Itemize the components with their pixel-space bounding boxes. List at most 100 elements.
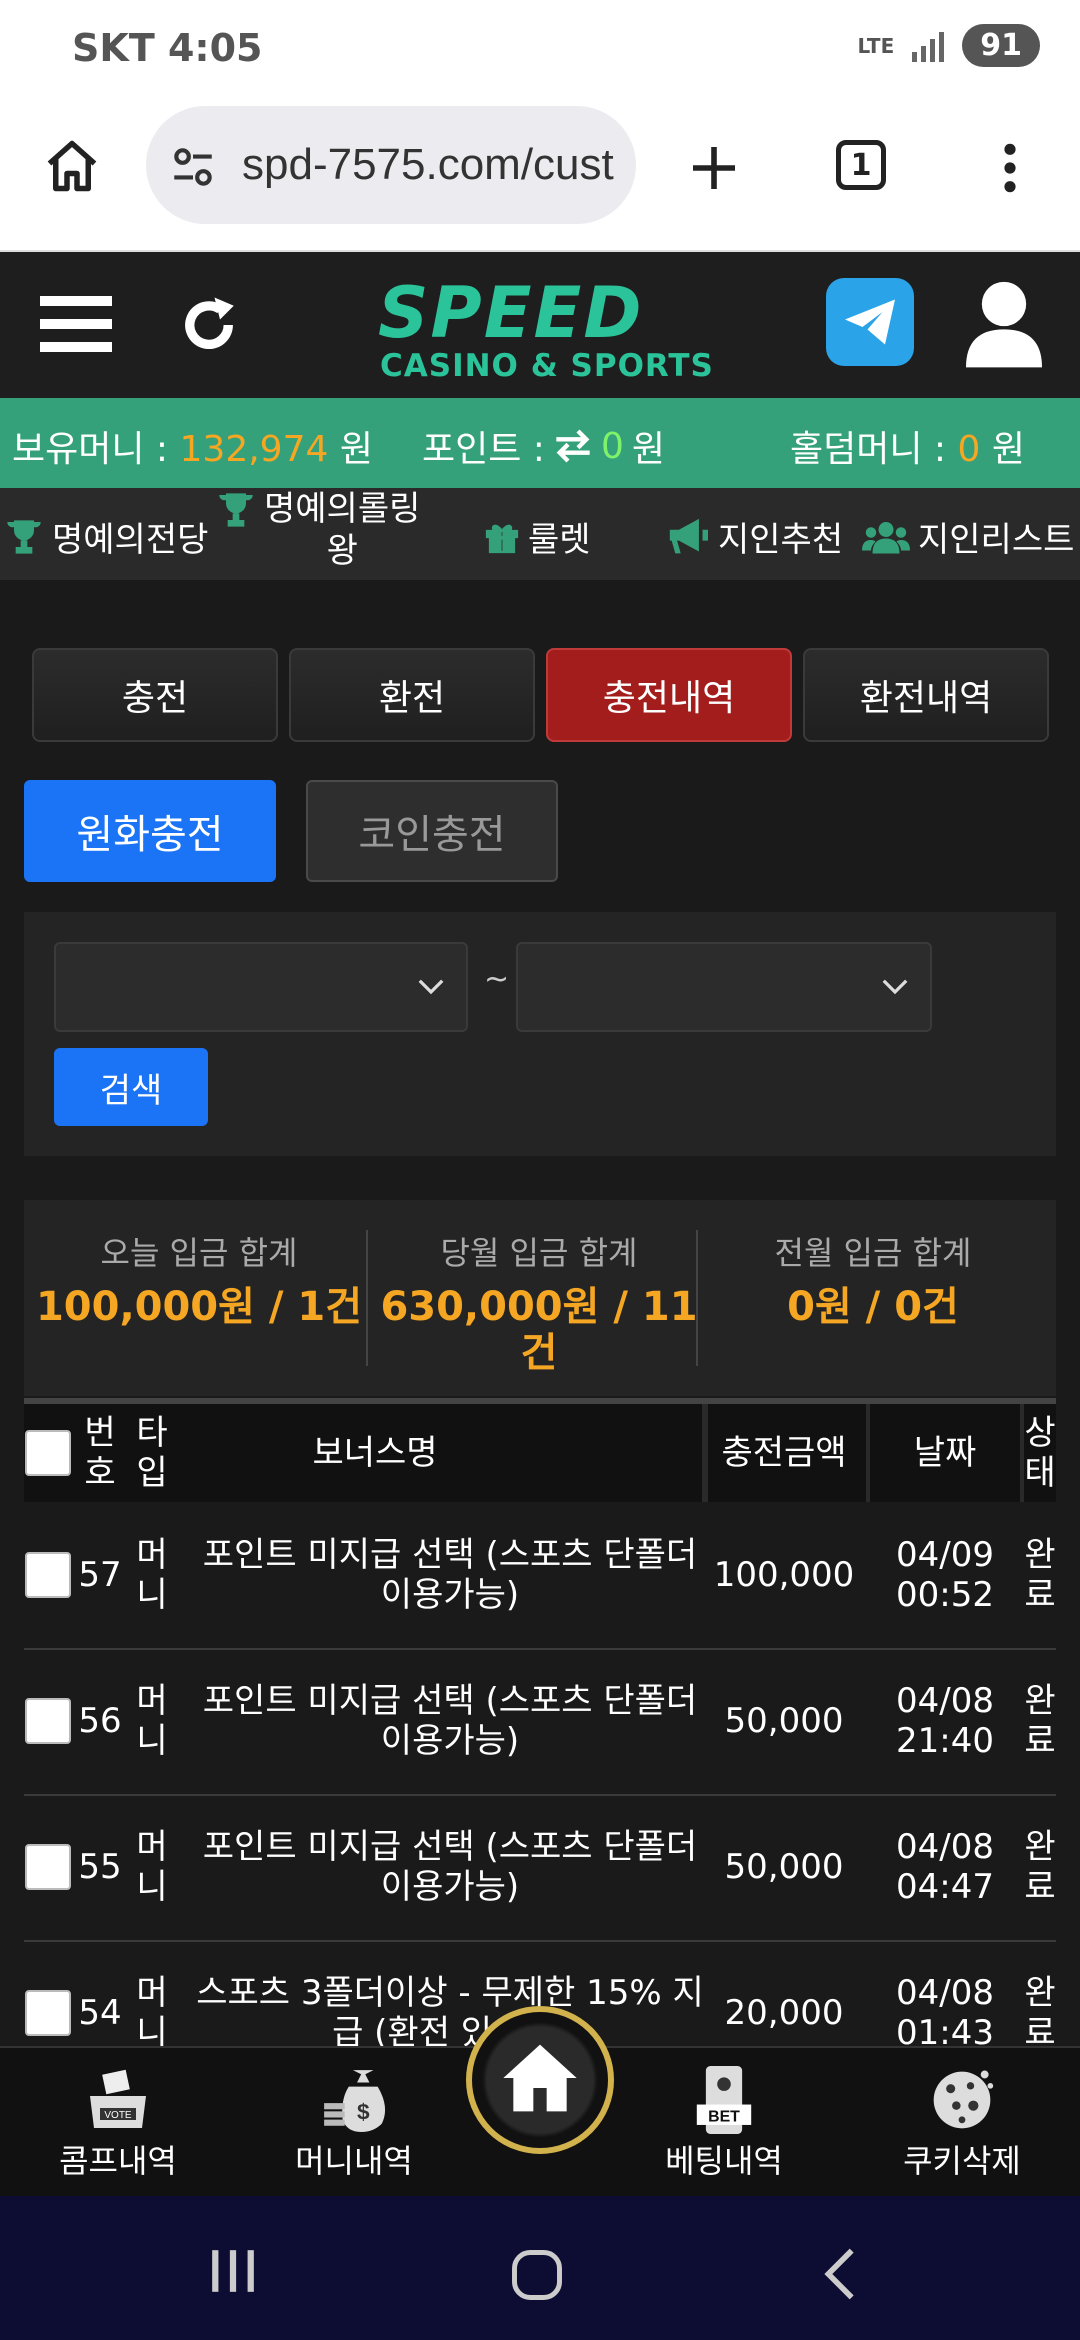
- row-type: 머니: [136, 1681, 168, 1761]
- battery-indicator: 91: [962, 24, 1040, 67]
- end-date-select[interactable]: [516, 942, 932, 1032]
- row-status: 완료: [1024, 1535, 1056, 1615]
- chevron-down-icon: [418, 979, 444, 995]
- megaphone-icon: [669, 518, 708, 553]
- url-text: spd-7575.com/cust: [242, 140, 614, 189]
- address-bar[interactable]: spd-7575.com/cust: [146, 106, 636, 224]
- summary-divider: [366, 1230, 368, 1366]
- start-date-select[interactable]: [54, 942, 468, 1032]
- row-checkbox[interactable]: [25, 1990, 71, 2036]
- cookie-icon: [933, 2070, 994, 2129]
- menu-rolling-king[interactable]: 명예의롤링 왕: [216, 488, 420, 572]
- row-bonus-name: 포인트 미지급 선택 (스포츠 단폴더 이용가능): [202, 1827, 698, 1907]
- exchange-arrows-icon[interactable]: [553, 428, 593, 464]
- users-icon: [862, 521, 910, 553]
- trophy-icon: [7, 519, 41, 554]
- back-icon[interactable]: [820, 2246, 860, 2302]
- status-bar: SKT 4:05 LTE 91: [0, 0, 1080, 100]
- bottom-nav: VOTE 콤프내역 $ 머니내역 BET 베팅내역 쿠키삭제: [0, 2006, 1080, 2198]
- more-menu-icon[interactable]: [990, 140, 1030, 196]
- site-settings-icon[interactable]: [168, 142, 218, 192]
- money-bag-icon: $: [324, 2070, 386, 2132]
- nav-betting-history[interactable]: BET 베팅내역: [624, 2048, 824, 2198]
- row-amount: 100,000: [713, 1555, 855, 1595]
- search-button[interactable]: 검색: [54, 1048, 208, 1126]
- header-number: 번호: [84, 1413, 116, 1493]
- site-logo-subtitle: CASINO & SPORTS: [380, 348, 714, 384]
- row-type: 머니: [136, 1827, 168, 1907]
- refresh-icon[interactable]: [176, 292, 242, 358]
- header-bonus: 보너스명: [312, 1433, 438, 1473]
- menu-hall-of-fame[interactable]: 명예의전당: [4, 512, 208, 561]
- subtab-krw-deposit[interactable]: 원화충전: [24, 780, 276, 882]
- nav-delete-cookies[interactable]: 쿠키삭제: [862, 2048, 1062, 2198]
- tab-switcher-button[interactable]: 1: [836, 140, 886, 190]
- date-filter-panel: ~ 검색: [24, 912, 1056, 1156]
- deposit-summary: 오늘 입금 합계 100,000원 / 1건 당월 입금 합계 630,000원…: [24, 1200, 1056, 1396]
- chevron-down-icon: [882, 979, 908, 995]
- home-icon: [503, 2044, 577, 2112]
- home-icon[interactable]: [42, 136, 102, 196]
- home-button[interactable]: [466, 2006, 614, 2154]
- money-balance: 보유머니 : 132,974 원: [12, 429, 373, 470]
- tab-deposit-history[interactable]: 충전내역: [546, 648, 792, 742]
- menu-referral[interactable]: 지인추천: [666, 512, 843, 561]
- row-checkbox[interactable]: [25, 1844, 71, 1890]
- header-type: 타입: [136, 1413, 168, 1493]
- site-header: SPEED CASINO & SPORTS: [0, 252, 1080, 398]
- trophy-icon: [219, 493, 253, 527]
- nav-money-history[interactable]: $ 머니내역: [254, 2048, 454, 2198]
- hamburger-menu-icon[interactable]: [40, 292, 112, 356]
- select-all-checkbox[interactable]: [25, 1430, 71, 1476]
- menu-referral-list[interactable]: 지인리스트: [862, 512, 1074, 561]
- browser-toolbar: spd-7575.com/cust 1: [0, 100, 1080, 252]
- vote-box-icon: VOTE: [90, 2069, 146, 2128]
- svg-text:$: $: [357, 2100, 370, 2125]
- system-navigation-bar: [0, 2196, 1080, 2340]
- signal-icon: [912, 30, 945, 62]
- row-date: 04/08 21:40: [896, 1681, 994, 1761]
- subtab-coin-deposit[interactable]: 코인충전: [306, 780, 558, 882]
- new-tab-icon[interactable]: [686, 140, 742, 196]
- feature-menu: 명예의전당 명예의롤링 왕 룰렛 지인추천 지인리스트: [0, 488, 1080, 580]
- tab-withdraw[interactable]: 환전: [289, 648, 535, 742]
- telegram-button[interactable]: [826, 278, 914, 366]
- summary-this-month: 당월 입금 합계 630,000원 / 11 건: [380, 1234, 698, 1376]
- row-amount: 50,000: [724, 1847, 844, 1887]
- row-amount: 50,000: [724, 1701, 844, 1741]
- header-date: 날짜: [913, 1433, 977, 1473]
- summary-divider: [696, 1230, 698, 1366]
- row-number: 55: [78, 1847, 122, 1887]
- row-bonus-name: 포인트 미지급 선택 (스포츠 단폴더 이용가능): [202, 1681, 698, 1761]
- row-date: 04/09 00:52: [896, 1535, 994, 1615]
- row-status: 완료: [1024, 1827, 1056, 1907]
- date-range-separator: ~: [484, 962, 510, 997]
- home-nav-icon[interactable]: [510, 2248, 564, 2302]
- row-checkbox[interactable]: [25, 1698, 71, 1744]
- carrier-time: SKT 4:05: [72, 26, 263, 70]
- header-amount: 충전금액: [721, 1433, 847, 1473]
- point-value: 0: [600, 425, 624, 467]
- user-profile-icon[interactable]: [966, 278, 1042, 368]
- nav-comp-history[interactable]: VOTE 콤프내역: [18, 2048, 218, 2198]
- balance-bar: 보유머니 : 132,974 원 포인트 : 0 원 홀덤머니 : 0 원: [0, 398, 1080, 488]
- tab-withdraw-history[interactable]: 환전내역: [803, 648, 1049, 742]
- table-row: 57 머 니 포인트 미지급 선택 (스포츠 단폴더 이용가능) 100,000 04/09…: [24, 1502, 1056, 1650]
- row-bonus-name: 포인트 미지급 선택 (스포츠 단폴더 이용가능): [202, 1535, 698, 1615]
- menu-roulette[interactable]: 룰렛: [484, 512, 591, 561]
- recent-apps-icon[interactable]: [208, 2248, 258, 2294]
- tab-deposit[interactable]: 충전: [32, 648, 278, 742]
- row-type: 머니: [136, 1535, 168, 1615]
- row-checkbox[interactable]: [25, 1552, 71, 1598]
- table-row: 56 머 니 포인트 미지급 선택 (스포츠 단폴더 이용가능) 50,000 04/08 2…: [24, 1648, 1056, 1796]
- svg-text:BET: BET: [708, 2109, 740, 2126]
- row-status: 완료: [1024, 1681, 1056, 1761]
- holdem-value: 0: [957, 429, 981, 470]
- row-date: 04/08 04:47: [896, 1827, 994, 1907]
- svg-text:VOTE: VOTE: [104, 2110, 132, 2121]
- site-logo[interactable]: SPEED: [378, 272, 643, 354]
- gift-icon: [485, 524, 519, 553]
- bet-slip-icon: BET: [696, 2066, 752, 2134]
- row-number: 57: [78, 1555, 122, 1595]
- table-header: 번호 타입 보너스명 충전금액 날짜 상태: [24, 1398, 1056, 1502]
